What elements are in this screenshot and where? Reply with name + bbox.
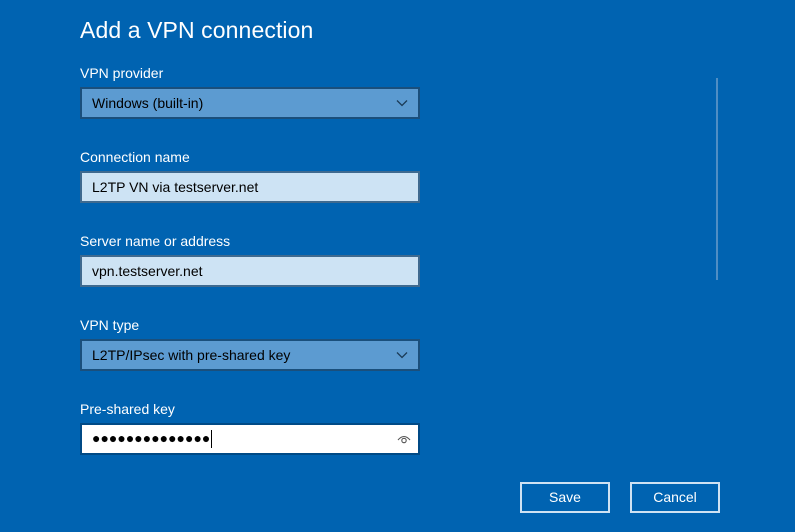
- connection-name-input[interactable]: L2TP VN via testserver.net: [80, 171, 420, 203]
- connection-name-label: Connection name: [80, 149, 190, 165]
- dialog-title: Add a VPN connection: [80, 17, 314, 43]
- vpn-provider-label: VPN provider: [80, 65, 164, 81]
- eye-icon[interactable]: [397, 433, 411, 445]
- chevron-down-icon: [396, 100, 408, 107]
- server-name-input[interactable]: vpn.testserver.net: [80, 255, 420, 287]
- vertical-scrollbar[interactable]: [716, 78, 718, 280]
- cancel-button[interactable]: Cancel: [630, 482, 720, 513]
- connection-name-value: L2TP VN via testserver.net: [92, 179, 259, 195]
- vpn-type-label: VPN type: [80, 317, 140, 333]
- text-caret: [211, 430, 213, 449]
- pre-shared-key-masked-value: ●●●●●●●●●●●●●●: [92, 430, 211, 446]
- server-name-value: vpn.testserver.net: [92, 263, 203, 279]
- vpn-provider-select[interactable]: Windows (built-in): [80, 87, 420, 119]
- pre-shared-key-label: Pre-shared key: [80, 401, 175, 417]
- pre-shared-key-input[interactable]: ●●●●●●●●●●●●●●: [80, 423, 420, 455]
- vpn-type-value: L2TP/IPsec with pre-shared key: [92, 347, 291, 363]
- vpn-provider-value: Windows (built-in): [92, 95, 204, 111]
- vpn-type-select[interactable]: L2TP/IPsec with pre-shared key: [80, 339, 420, 371]
- chevron-down-icon: [396, 352, 408, 359]
- save-button[interactable]: Save: [520, 482, 610, 513]
- server-name-label: Server name or address: [80, 233, 231, 249]
